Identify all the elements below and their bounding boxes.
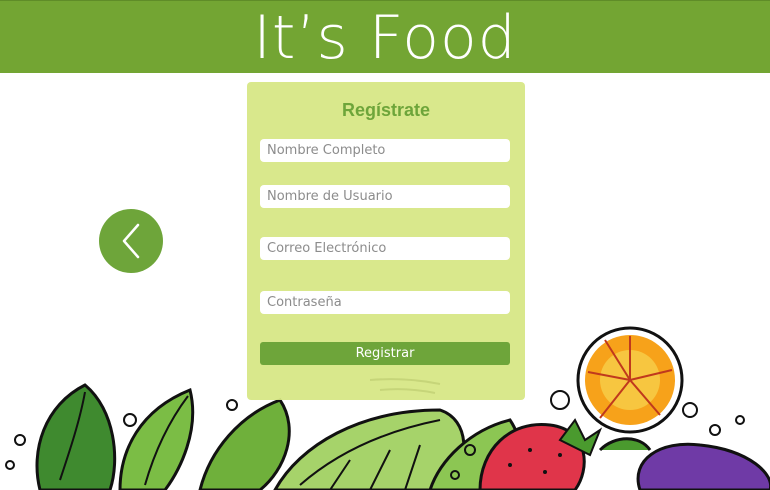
app-header: It’s Food [0, 0, 770, 73]
basil-leaf-illustration [35, 383, 195, 490]
eggplant-illustration [598, 437, 770, 490]
username-field[interactable] [260, 185, 510, 208]
orange-slice-illustration [576, 326, 684, 434]
form-title: Regístrate [341, 100, 431, 120]
email-field[interactable] [260, 237, 510, 260]
back-button[interactable] [99, 209, 163, 273]
password-field[interactable] [260, 291, 510, 314]
register-button[interactable]: Registrar [260, 342, 510, 365]
register-form: Regístrate Registrar [247, 82, 525, 400]
app-title: It’s Food [253, 3, 517, 73]
full-name-field[interactable] [260, 139, 510, 162]
chevron-left-icon [122, 223, 140, 259]
